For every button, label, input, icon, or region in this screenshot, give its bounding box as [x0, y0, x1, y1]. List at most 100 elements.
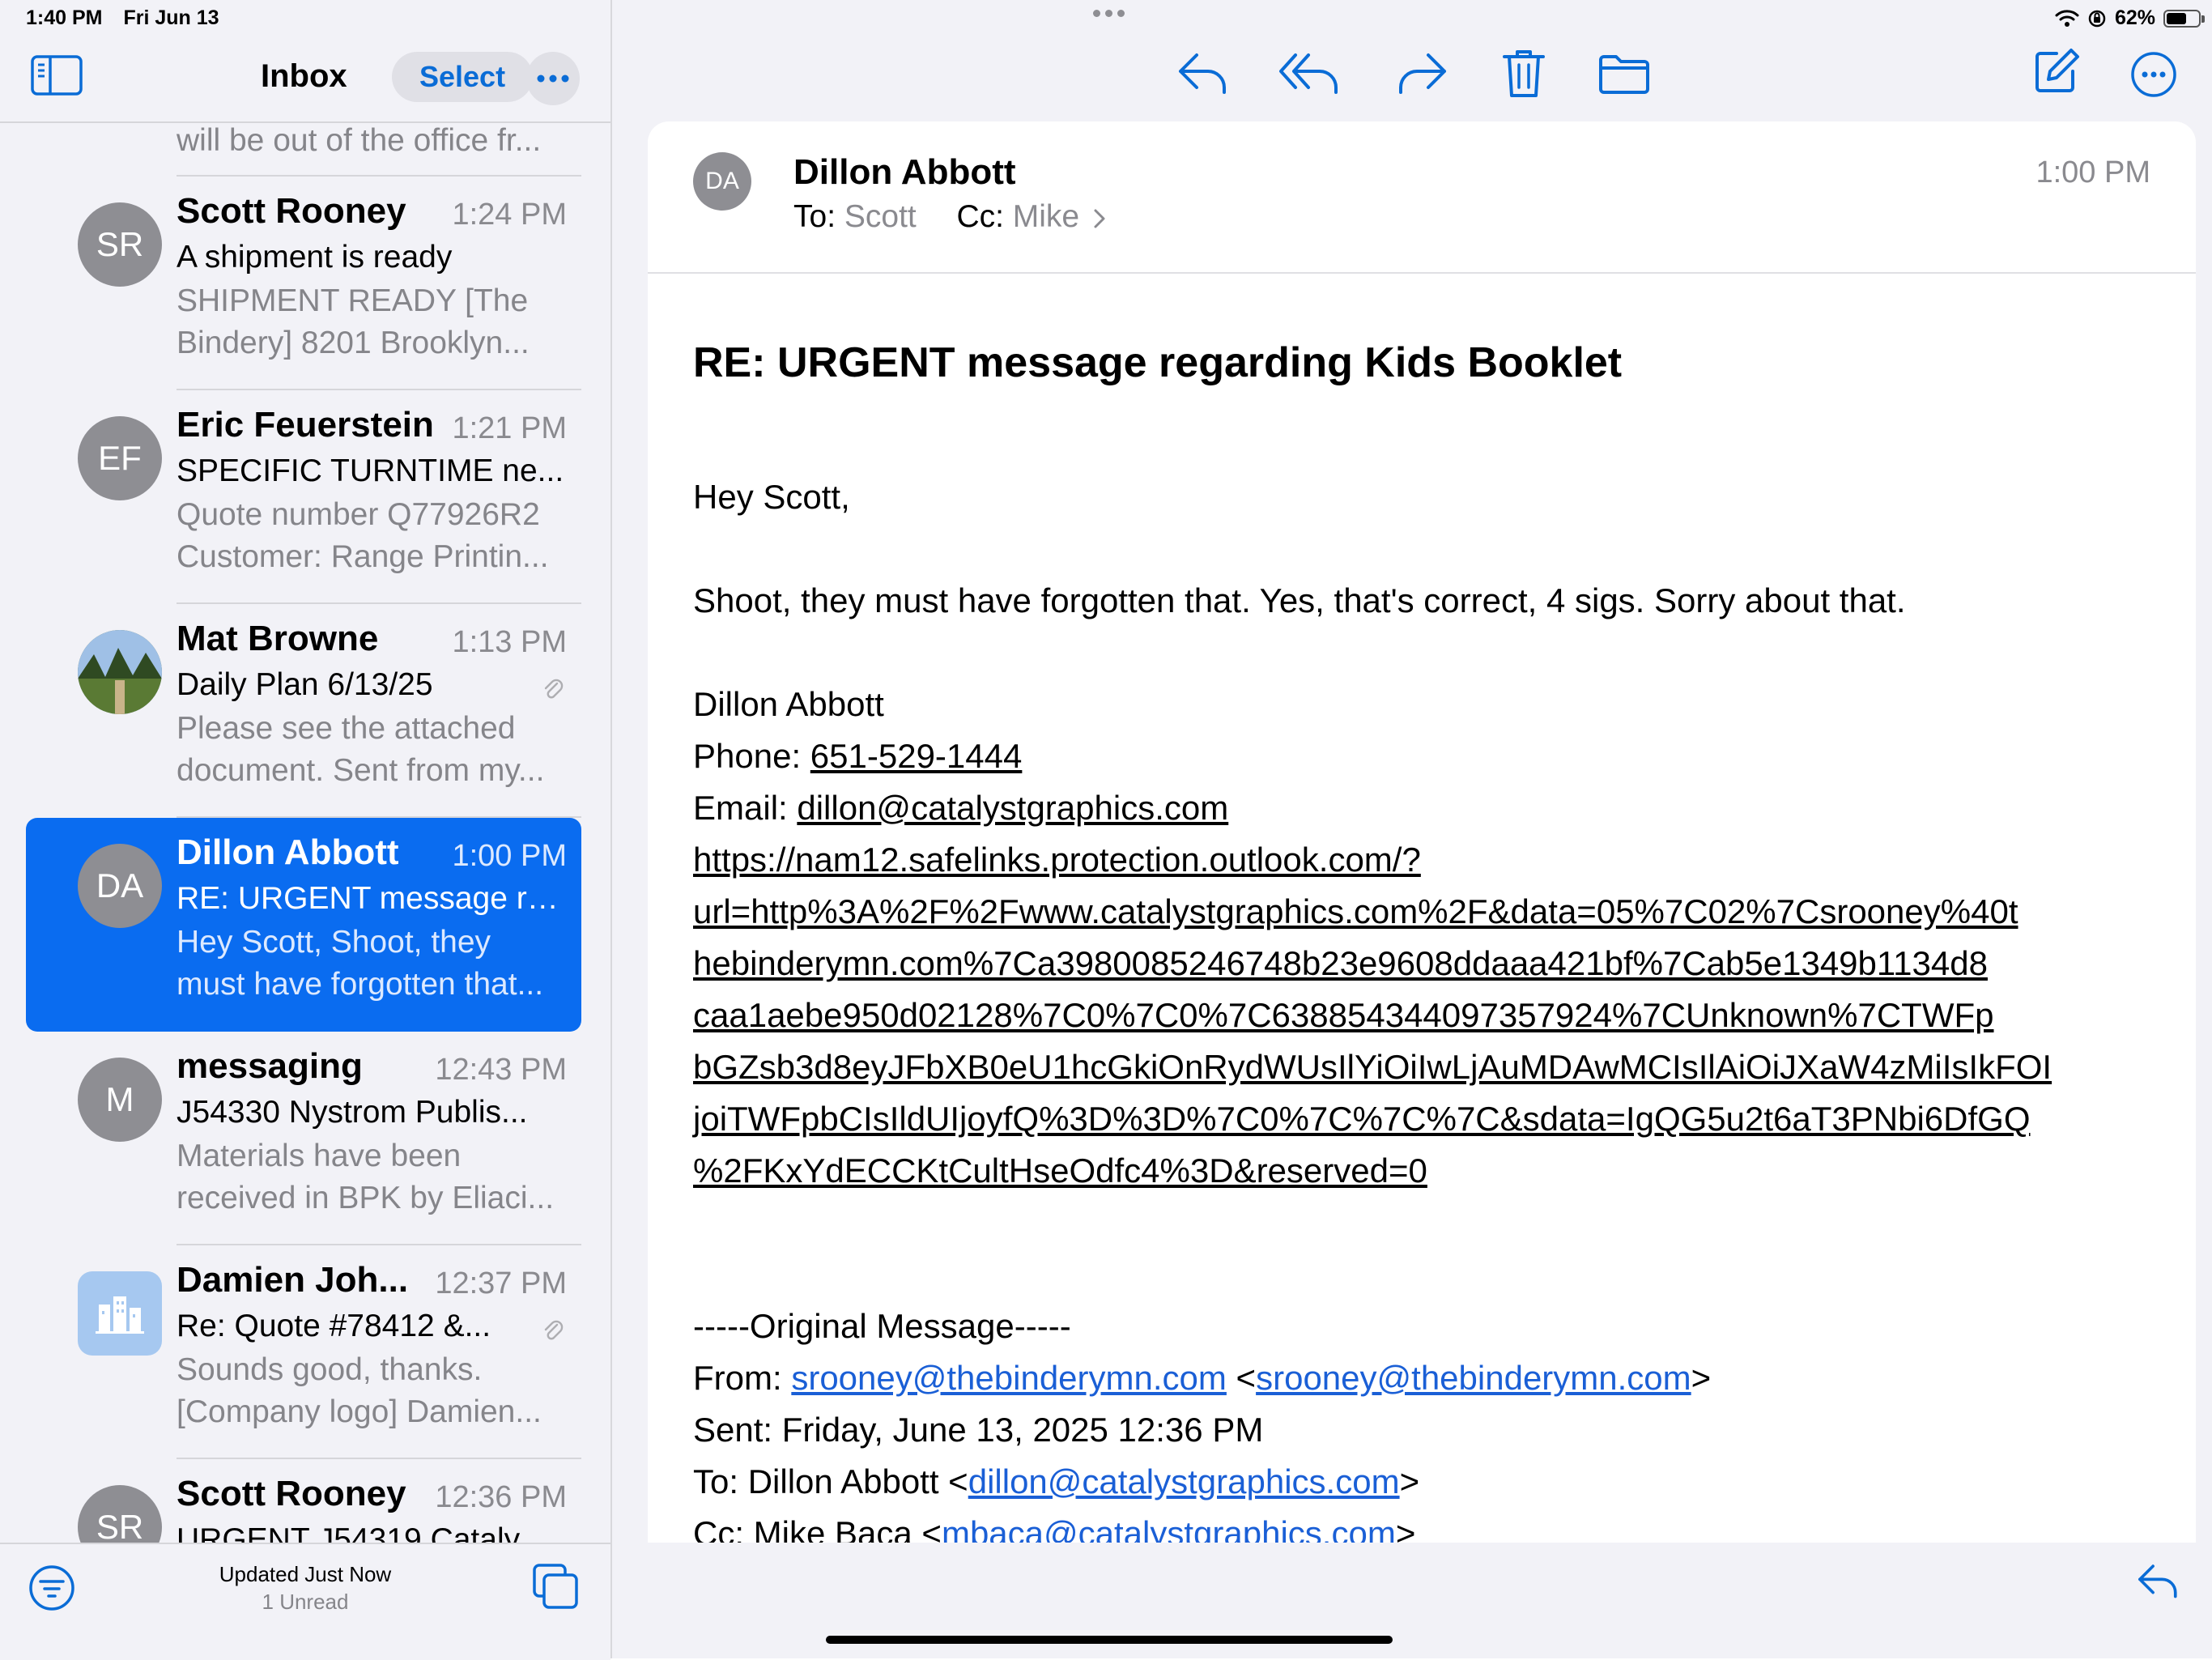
mailbox-status: Updated Just Now 1 Unread: [162, 1560, 449, 1615]
more-button[interactable]: [526, 52, 580, 105]
message-sender: Scott Rooney: [177, 1474, 406, 1513]
compose-icon[interactable]: [2032, 47, 2081, 96]
url-line[interactable]: url=http%3A%2F%2Fwww.catalystgraphics.co…: [693, 886, 2118, 938]
orientation-lock-icon: [2087, 9, 2107, 28]
email-link[interactable]: dillon@catalystgraphics.com: [968, 1462, 1400, 1500]
unread-count-text: 1 Unread: [262, 1590, 349, 1614]
wifi-icon: [2055, 9, 2079, 28]
message-subject: RE: URGENT message regarding Kids Bookle…: [693, 339, 1623, 386]
url-line[interactable]: caa1aebe950d02128%7C0%7C0%7C638854344097…: [693, 990, 2118, 1041]
more-icon[interactable]: [2129, 50, 2178, 99]
reply-icon[interactable]: [2136, 1562, 2178, 1599]
message-header: DA Dillon Abbott To: Scott Cc: Mike 1:00…: [648, 121, 2196, 274]
recipients-line[interactable]: To: Scott Cc: Mike: [793, 199, 1106, 235]
multi-window-icon[interactable]: [531, 1562, 580, 1611]
detail-bottom-bar: [612, 1543, 2212, 1658]
to-recipient: Scott: [844, 199, 917, 234]
message-row-selected[interactable]: DA Dillon Abbott 1:00 PM RE: URGENT mess…: [0, 818, 610, 1032]
phone-link[interactable]: 651-529-1444: [810, 737, 1023, 775]
email-link[interactable]: mbaca@catalystgraphics.com: [942, 1514, 1396, 1543]
status-bar-left: 1:40 PM Fri Jun 13: [26, 6, 219, 30]
trash-icon[interactable]: [1501, 47, 1546, 99]
select-button[interactable]: Select: [392, 52, 534, 102]
folder-icon[interactable]: [1598, 53, 1650, 96]
more-icon: [537, 74, 569, 83]
cc-label: Cc: Mike Baca <: [693, 1514, 942, 1543]
message-row[interactable]: EF Eric Feuerstein 1:21 PM SPECIFIC TURN…: [0, 390, 610, 604]
message-subject: A shipment is ready: [177, 240, 453, 275]
message-row[interactable]: SR Scott Rooney 12:36 PM URGENT J54319 C…: [0, 1459, 610, 1543]
from-label: From:: [693, 1359, 792, 1397]
message-time: 1:24 PM: [452, 198, 567, 232]
message-row[interactable]: Damien Joh... 12:37 PM Re: Quote #78412 …: [0, 1245, 610, 1459]
original-to: To: Dillon Abbott <dillon@catalystgraphi…: [693, 1462, 1420, 1500]
url-line[interactable]: hebinderymn.com%7Ca3980085246748b23e9608…: [693, 938, 2118, 990]
page-title: Inbox: [261, 58, 347, 94]
email-link[interactable]: srooney@thebinderymn.com: [791, 1359, 1227, 1397]
message-preview: Sounds good, thanks. [Company logo] Dami…: [177, 1352, 542, 1429]
message-subject: RE: URGENT message re...: [177, 881, 565, 916]
avatar: DA: [78, 844, 162, 928]
url-line[interactable]: https://nam12.safelinks.protection.outlo…: [693, 834, 2118, 886]
message-body: Hey Scott, Shoot, they must have forgott…: [693, 471, 2118, 1543]
original-sent: Sent: Friday, June 13, 2025 12:36 PM: [693, 1411, 1264, 1449]
message-sender: Eric Feuerstein: [177, 405, 434, 445]
message-preview: Hey Scott, Shoot, they must have forgott…: [177, 925, 544, 1002]
paperclip-icon: [542, 677, 564, 701]
email-link[interactable]: srooney@thebinderymn.com: [1256, 1359, 1691, 1397]
original-message-header: -----Original Message-----: [693, 1307, 1071, 1345]
status-time: 1:40 PM: [26, 6, 103, 29]
status-date: Fri Jun 13: [123, 6, 219, 29]
forward-icon[interactable]: [1397, 50, 1449, 96]
message-time: 12:36 PM: [435, 1480, 567, 1514]
avatar: SR: [78, 1485, 162, 1543]
battery-percent: 62%: [2114, 6, 2155, 29]
to-label: To: Dillon Abbott <: [693, 1462, 968, 1500]
message-subject: SPECIFIC TURNTIME ne...: [177, 453, 564, 488]
chevron-right-icon: [1093, 208, 1106, 229]
message-preview: SHIPMENT READY [The Bindery] 8201 Brookl…: [177, 283, 530, 360]
mail-sidebar: will be out of the office fr... SR Scott…: [0, 0, 612, 1660]
reply-icon[interactable]: [1176, 50, 1227, 96]
greeting: Hey Scott,: [693, 478, 850, 516]
message-sender: Scott Rooney: [177, 191, 406, 231]
home-indicator[interactable]: [826, 1636, 1393, 1644]
message-sender: Damien Joh...: [177, 1260, 409, 1300]
message-time: 12:37 PM: [435, 1266, 567, 1300]
filter-icon[interactable]: [28, 1564, 76, 1612]
avatar: M: [78, 1058, 162, 1142]
url-line[interactable]: joiTWFpbCIsIldUIjoyfQ%3D%3D%7C0%7C%7C%7C…: [693, 1093, 2118, 1145]
email-link[interactable]: dillon@catalystgraphics.com: [797, 789, 1228, 827]
message-subject: Re: Quote #78412 &...: [177, 1309, 491, 1343]
cc-recipient: Mike: [1012, 199, 1080, 234]
safelink-url[interactable]: https://nam12.safelinks.protection.outlo…: [693, 834, 2118, 1197]
message-time: 1:00 PM: [452, 839, 567, 873]
message-row[interactable]: Mat Browne 1:13 PM Daily Plan 6/13/25 Pl…: [0, 604, 610, 818]
message-subject: J54330 Nystrom Publis...: [177, 1095, 528, 1130]
avatar: SR: [78, 202, 162, 287]
building-icon: [78, 1271, 162, 1356]
update-status-text: Updated Just Now: [219, 1562, 392, 1586]
message-time: 1:21 PM: [452, 411, 567, 445]
message-row[interactable]: M messaging 12:43 PM J54330 Nystrom Publ…: [0, 1032, 610, 1245]
url-line[interactable]: bGZsb3d8eyJFbXB0eU1hcGkiOnRydWUsIlYiOiIw…: [693, 1041, 2118, 1093]
url-line[interactable]: %2FKxYdECCKtCultHseOdfc4%3D&reserved=0: [693, 1145, 2118, 1197]
message-sender: Mat Browne: [177, 619, 379, 658]
multitasking-dots[interactable]: [1093, 10, 1125, 17]
original-from: From: srooney@thebinderymn.com <srooney@…: [693, 1359, 1712, 1397]
sidebar-toggle-icon[interactable]: [31, 55, 83, 96]
message-row[interactable]: SR Scott Rooney 1:24 PM A shipment is re…: [0, 177, 610, 390]
message-subject: Daily Plan 6/13/25: [177, 667, 433, 702]
message-list[interactable]: will be out of the office fr... SR Scott…: [0, 121, 610, 1543]
sidebar-footer: Updated Just Now 1 Unread: [0, 1543, 610, 1660]
email-label: Email:: [693, 789, 798, 827]
reply-all-icon[interactable]: [1278, 50, 1339, 96]
signature-name: Dillon Abbott: [693, 685, 884, 723]
to-label: To:: [793, 199, 836, 234]
message-card: DA Dillon Abbott To: Scott Cc: Mike 1:00…: [648, 121, 2196, 1543]
sender-name[interactable]: Dillon Abbott: [793, 152, 1016, 193]
message-preview: Quote number Q77926R2 Customer: Range Pr…: [177, 497, 549, 574]
status-bar-right: 62%: [2055, 6, 2205, 30]
message-time: 12:43 PM: [435, 1053, 567, 1087]
message-time: 1:00 PM: [2035, 155, 2150, 189]
